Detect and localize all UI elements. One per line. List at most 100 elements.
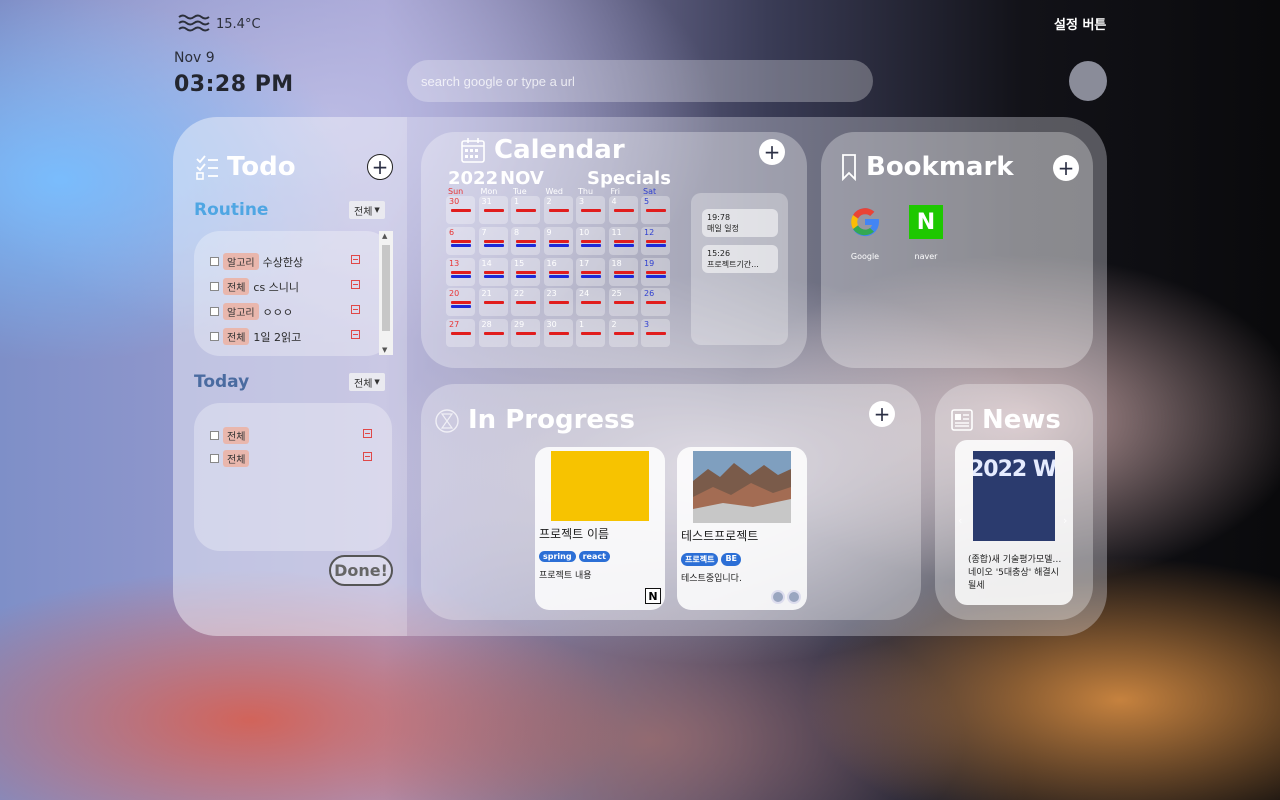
calendar-day[interactable]: 25 <box>608 288 638 317</box>
checkbox[interactable] <box>210 307 219 316</box>
calendar-day[interactable]: 13 <box>446 257 475 286</box>
calendar-day[interactable]: 1 <box>576 319 605 348</box>
calendar-day[interactable]: 18 <box>608 257 638 286</box>
day-number: 30 <box>546 320 557 330</box>
calendar-day[interactable]: 7 <box>478 226 508 255</box>
news-item[interactable]: 2022 WORLD ‹ › (종합)새 기술평가모델…네이오 '5대충상' 해… <box>955 440 1073 605</box>
routine-scrollbar[interactable]: ▲ ▼ <box>379 231 393 355</box>
day-number: 29 <box>514 320 525 330</box>
checkbox[interactable] <box>210 282 219 291</box>
calendar-day[interactable]: 6 <box>446 226 475 255</box>
calendar-day[interactable]: 23 <box>543 288 573 317</box>
bookmark-icon <box>842 154 856 181</box>
calendar-day[interactable]: 29 <box>511 319 540 348</box>
bookmark-item-naver[interactable]: N naver <box>906 204 946 261</box>
event-bar <box>646 209 666 212</box>
checkbox[interactable] <box>210 332 219 341</box>
special-item[interactable]: 15:26 프로젝트기간... <box>702 245 778 273</box>
delete-icon[interactable] <box>351 305 360 314</box>
day-number: 1 <box>579 320 585 330</box>
calendar-day[interactable]: 2 <box>608 319 638 348</box>
today-item[interactable]: 전체 <box>210 450 250 467</box>
project-desc: 테스트중입니다. <box>681 574 742 584</box>
project-tags: 프로젝트 BE <box>681 553 742 566</box>
calendar-day[interactable]: 20 <box>446 288 475 317</box>
calendar-day[interactable]: 8 <box>511 226 540 255</box>
calendar-day[interactable]: 22 <box>511 288 540 317</box>
calendar-day[interactable]: 2 <box>543 196 573 224</box>
calendar-day[interactable]: 10 <box>576 226 605 255</box>
today-item[interactable]: 전체 <box>210 427 250 444</box>
done-button[interactable]: Done! <box>329 555 393 586</box>
calendar-day[interactable]: 30 <box>543 319 573 348</box>
delete-icon[interactable] <box>351 280 360 289</box>
calendar-day[interactable]: 12 <box>641 226 670 255</box>
special-time: 19:78 <box>707 213 731 222</box>
delete-icon[interactable] <box>363 429 372 438</box>
calendar-day[interactable]: 11 <box>608 226 638 255</box>
checkbox[interactable] <box>210 454 219 463</box>
scroll-up-icon[interactable]: ▲ <box>382 232 387 240</box>
project-card[interactable]: 프로젝트 이름 spring react 프로젝트 내용 N <box>535 447 665 610</box>
notion-icon[interactable]: N <box>645 588 661 604</box>
next-news-icon[interactable]: › <box>1063 514 1067 527</box>
project-card[interactable]: 테스트프로젝트 프로젝트 BE 테스트중입니다. <box>677 447 807 610</box>
calendar-day[interactable]: 14 <box>478 257 508 286</box>
add-todo-button[interactable]: + <box>367 154 393 180</box>
calendar-day[interactable]: 26 <box>641 288 670 317</box>
scroll-down-icon[interactable]: ▼ <box>382 346 387 354</box>
add-project-button[interactable]: + <box>869 401 895 427</box>
bookmark-item-google[interactable]: Google <box>845 204 885 261</box>
event-bar <box>548 274 569 278</box>
member-avatar[interactable] <box>787 590 801 604</box>
calendar-day[interactable]: 17 <box>576 257 605 286</box>
event-bar <box>451 332 471 336</box>
routine-item[interactable]: 전체 1일 2읽고 <box>210 328 301 345</box>
scroll-thumb[interactable] <box>382 245 390 331</box>
delete-icon[interactable] <box>351 330 360 339</box>
calendar-day[interactable]: 27 <box>446 319 475 348</box>
event-bar <box>451 209 471 212</box>
member-avatar[interactable] <box>771 590 785 604</box>
calendar-day[interactable]: 3 <box>576 196 605 224</box>
today-filter-select[interactable]: 전체 ▼ <box>349 373 385 391</box>
news-heading: News <box>950 405 1061 435</box>
calendar-day[interactable]: 30 <box>446 196 475 224</box>
calendar-day[interactable]: 5 <box>641 196 670 224</box>
today-title: Today <box>194 372 250 392</box>
day-number: 30 <box>449 197 460 206</box>
calendar-day[interactable]: 28 <box>478 319 508 348</box>
prev-news-icon[interactable]: ‹ <box>958 514 962 527</box>
calendar-day[interactable]: 19 <box>641 257 670 286</box>
project-tag: react <box>578 551 610 562</box>
calendar-day[interactable]: 15 <box>511 257 540 286</box>
routine-item[interactable]: 전체 cs 스니니 <box>210 278 299 295</box>
calendar-day[interactable]: 1 <box>511 196 540 224</box>
search-input[interactable] <box>407 60 873 102</box>
checkbox[interactable] <box>210 431 219 440</box>
event-bar <box>451 239 471 243</box>
calendar-day[interactable]: 24 <box>576 288 605 317</box>
day-number: 10 <box>579 227 590 237</box>
special-text: 매일 일정 <box>707 224 739 233</box>
routine-item[interactable]: 알고리 수상한상 <box>210 253 303 270</box>
event-bar <box>581 274 601 278</box>
settings-button[interactable]: 설정 버튼 <box>1054 14 1106 33</box>
checkbox[interactable] <box>210 257 219 266</box>
delete-icon[interactable] <box>363 452 372 461</box>
add-bookmark-button[interactable]: + <box>1053 155 1079 181</box>
calendar-day[interactable]: 4 <box>608 196 638 224</box>
delete-icon[interactable] <box>351 255 360 264</box>
special-item[interactable]: 19:78 매일 일정 <box>702 209 778 237</box>
calendar-day[interactable]: 3 <box>641 319 670 348</box>
routine-filter-select[interactable]: 전체 ▼ <box>349 201 385 219</box>
calendar-day[interactable]: 9 <box>543 226 573 255</box>
calendar-day[interactable]: 16 <box>543 257 573 286</box>
calendar-day[interactable]: 31 <box>478 196 508 224</box>
day-number: 23 <box>546 289 557 299</box>
avatar[interactable] <box>1069 61 1107 101</box>
event-bar <box>451 243 471 247</box>
add-event-button[interactable]: + <box>759 139 785 165</box>
routine-item[interactable]: 알고리 ㅇㅇㅇ <box>210 303 293 320</box>
calendar-day[interactable]: 21 <box>478 288 508 317</box>
